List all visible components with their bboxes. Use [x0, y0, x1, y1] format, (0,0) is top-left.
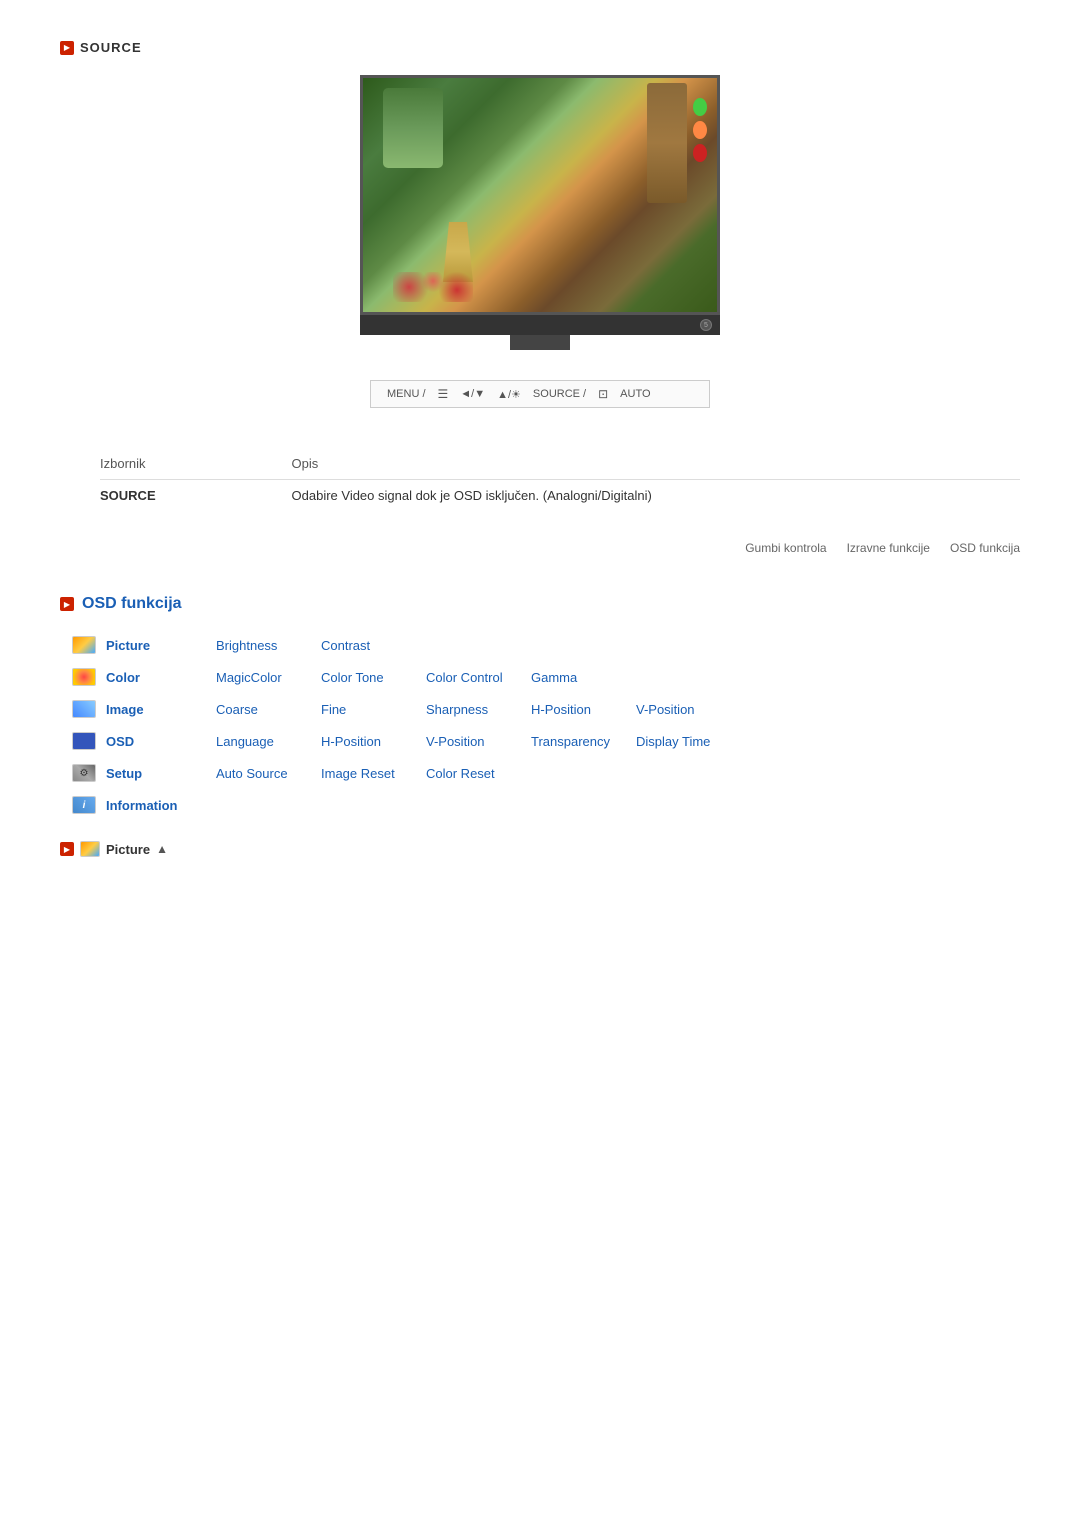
menu-item-display-time[interactable]: Display Time: [636, 734, 741, 749]
menu-items-image: Coarse Fine Sharpness H-Position V-Posit…: [216, 702, 741, 717]
source-header: SOURCE: [60, 40, 1020, 55]
ctrl-arrows: ◄/▼: [460, 388, 485, 400]
menu-row-information: Information: [70, 789, 1020, 821]
menu-items-setup: Auto Source Image Reset Color Reset: [216, 766, 531, 781]
nav-izravne-funkcije[interactable]: Izravne funkcije: [847, 541, 930, 555]
menu-item-v-position-image[interactable]: V-Position: [636, 702, 741, 717]
menu-items-picture: Brightness Contrast: [216, 638, 426, 653]
menu-category-osd[interactable]: OSD: [106, 734, 216, 749]
osd-arrow-icon: [60, 597, 74, 611]
menu-row-image: Image Coarse Fine Sharpness H-Position V…: [70, 693, 1020, 725]
nav-osd-funkcija[interactable]: OSD funkcija: [950, 541, 1020, 555]
nav-gumbi-kontrola[interactable]: Gumbi kontrola: [745, 541, 826, 555]
ctrl-auto: AUTO: [620, 388, 650, 400]
monitor-screen: [360, 75, 720, 315]
lantern-green: [693, 98, 707, 116]
picture-nav-arrow: [60, 842, 74, 856]
lantern-orange: [693, 121, 707, 139]
menu-category-image[interactable]: Image: [106, 702, 216, 717]
monitor-stand: [510, 335, 570, 350]
menu-item-v-position-osd[interactable]: V-Position: [426, 734, 531, 749]
monitor-wrapper: 5: [360, 75, 720, 350]
menu-item-magiccolor[interactable]: MagicColor: [216, 670, 321, 685]
menu-grid: Picture Brightness Contrast Color MagicC…: [60, 629, 1020, 821]
menu-item-sharpness[interactable]: Sharpness: [426, 702, 531, 717]
table-cell-label: SOURCE: [100, 480, 292, 512]
icon-setup: [70, 762, 98, 784]
osd-header: OSD funkcija: [60, 595, 1020, 613]
osd-title: OSD funkcija: [82, 595, 182, 613]
menu-category-setup[interactable]: Setup: [106, 766, 216, 781]
control-bar: MENU / ☰ ◄/▼ ▲/☀ SOURCE / ⊡ AUTO: [370, 380, 710, 408]
menu-item-contrast[interactable]: Contrast: [321, 638, 426, 653]
control-bar-container: MENU / ☰ ◄/▼ ▲/☀ SOURCE / ⊡ AUTO: [60, 380, 1020, 408]
menu-category-information[interactable]: Information: [106, 798, 216, 813]
menu-category-picture[interactable]: Picture: [106, 638, 216, 653]
ctrl-menu-icon: ☰: [438, 387, 449, 401]
menu-row-osd: OSD Language H-Position V-Position Trans…: [70, 725, 1020, 757]
monitor-flowers: [393, 272, 473, 302]
icon-color: [70, 666, 98, 688]
menu-item-transparency[interactable]: Transparency: [531, 734, 636, 749]
table-row: SOURCE Odabire Video signal dok je OSD i…: [100, 480, 1020, 512]
menu-items-color: MagicColor Color Tone Color Control Gamm…: [216, 670, 636, 685]
ctrl-menu-label: MENU /: [387, 388, 426, 400]
source-header-text: SOURCE: [80, 40, 142, 55]
icon-picture: [70, 634, 98, 656]
lantern-red: [693, 144, 707, 162]
nav-links: Gumbi kontrola Izravne funkcije OSD funk…: [60, 541, 1020, 555]
menu-item-coarse[interactable]: Coarse: [216, 702, 321, 717]
icon-information: [70, 794, 98, 816]
table-section: Izbornik Opis SOURCE Odabire Video signa…: [60, 448, 1020, 511]
picture-nav-label[interactable]: Picture: [106, 842, 150, 857]
menu-row-color: Color MagicColor Color Tone Color Contro…: [70, 661, 1020, 693]
monitor-button[interactable]: 5: [700, 319, 712, 331]
menu-item-color-tone[interactable]: Color Tone: [321, 670, 426, 685]
monitor-lanterns: [693, 98, 707, 162]
ctrl-source-label: SOURCE /: [533, 388, 586, 400]
menu-item-h-position-image[interactable]: H-Position: [531, 702, 636, 717]
col-izbornik-header: Izbornik: [100, 448, 292, 480]
ctrl-source-icon: ⊡: [598, 387, 608, 401]
menu-item-h-position-osd[interactable]: H-Position: [321, 734, 426, 749]
icon-image: [70, 698, 98, 720]
ctrl-brightness: ▲/☀: [497, 388, 521, 401]
menu-row-setup: Setup Auto Source Image Reset Color Rese…: [70, 757, 1020, 789]
table-cell-description: Odabire Video signal dok je OSD isključe…: [292, 480, 1020, 512]
menu-item-language[interactable]: Language: [216, 734, 321, 749]
menu-items-osd: Language H-Position V-Position Transpare…: [216, 734, 741, 749]
icon-osd: [70, 730, 98, 752]
monitor-base: 5: [360, 315, 720, 335]
menu-item-color-control[interactable]: Color Control: [426, 670, 531, 685]
menu-item-brightness[interactable]: Brightness: [216, 638, 321, 653]
menu-row-picture: Picture Brightness Contrast: [70, 629, 1020, 661]
picture-nav: Picture ▲: [60, 841, 1020, 857]
menu-item-auto-source[interactable]: Auto Source: [216, 766, 321, 781]
osd-section: OSD funkcija Picture Brightness Contrast…: [60, 595, 1020, 857]
menu-category-color[interactable]: Color: [106, 670, 216, 685]
description-table: Izbornik Opis SOURCE Odabire Video signa…: [100, 448, 1020, 511]
picture-nav-icon: [80, 841, 100, 857]
col-opis-header: Opis: [292, 448, 1020, 480]
menu-item-color-reset[interactable]: Color Reset: [426, 766, 531, 781]
picture-nav-up: ▲: [156, 842, 168, 856]
monitor-container: 5: [60, 75, 1020, 350]
source-arrow-icon: [60, 41, 74, 55]
menu-item-fine[interactable]: Fine: [321, 702, 426, 717]
menu-item-gamma[interactable]: Gamma: [531, 670, 636, 685]
menu-item-image-reset[interactable]: Image Reset: [321, 766, 426, 781]
